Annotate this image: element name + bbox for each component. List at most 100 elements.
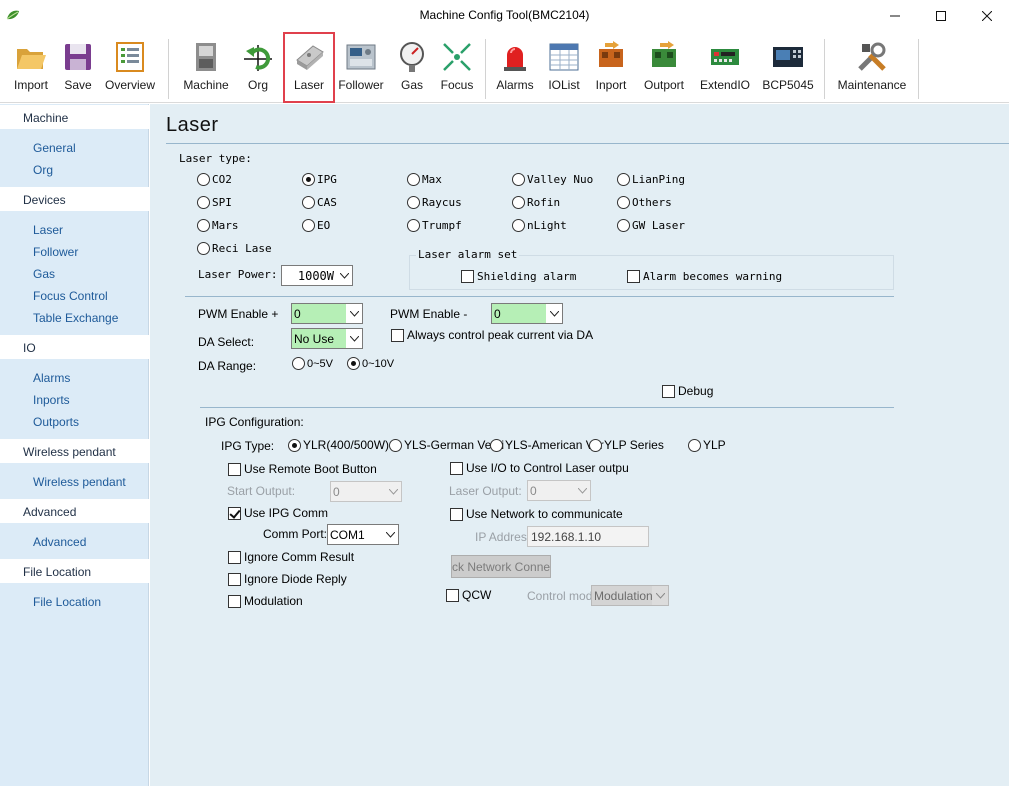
laser-type-radio-spi[interactable]: SPI [197, 196, 232, 209]
toolbar-save-button[interactable]: Save [58, 37, 98, 99]
laser-output-select[interactable]: 0 [527, 480, 591, 501]
toolbar-follower-button[interactable]: Follower [338, 37, 384, 99]
sidebar-item-wireless-pendant[interactable]: Wireless pendant [33, 475, 126, 489]
toolbar-extendio-button[interactable]: ExtendIO [700, 37, 750, 99]
toolbar-machine-button[interactable]: Machine [181, 37, 231, 99]
sidebar-item-org[interactable]: Org [33, 163, 53, 177]
laser-alarm-set-title: Laser alarm set [416, 248, 520, 261]
ipg-type-ylp-series-label: YLP Series [604, 438, 664, 452]
use-remote-boot-checkbox[interactable]: Use Remote Boot Button [228, 462, 377, 476]
comm-port-select[interactable]: COM1 [327, 524, 399, 545]
comm-port-value: COM1 [330, 527, 365, 542]
laser-type-radio-co2[interactable]: CO2 [197, 173, 232, 186]
toolbar-separator [168, 39, 169, 99]
minimize-button[interactable] [872, 0, 918, 31]
sidebar-item-general[interactable]: General [33, 141, 76, 155]
sidebar-item-focus-control[interactable]: Focus Control [33, 289, 108, 303]
pwm-enable-minus-select[interactable]: 0 [491, 303, 563, 324]
chevron-down-icon [346, 329, 362, 348]
toolbar-iolist-button[interactable]: IOList [545, 37, 583, 99]
laser-output-label: Laser Output: [449, 484, 522, 498]
toolbar-laser-button[interactable]: Laser [283, 32, 335, 103]
laser-type-radio-reci-lase[interactable]: Reci Lase [197, 242, 272, 255]
sidebar-item-inports[interactable]: Inports [33, 393, 70, 407]
laser-type-radio-eo[interactable]: EO [302, 219, 330, 232]
da-range-radio-0-5v[interactable]: 0~5V [292, 357, 333, 370]
check-network-connect-button[interactable]: ck Network Connect [451, 555, 551, 578]
sidebar-header-io[interactable]: IO [0, 335, 149, 359]
laser-type-radio-rofin[interactable]: Rofin [512, 196, 560, 209]
sidebar-item-file-location[interactable]: File Location [33, 595, 101, 609]
toolbar-inport-button[interactable]: Inport [593, 37, 629, 99]
toolbar-overview-button[interactable]: Overview [104, 37, 156, 99]
always-control-peak-checkbox[interactable]: Always control peak current via DA [391, 328, 593, 342]
laser-type-radio-gw-laser[interactable]: GW Laser [617, 219, 685, 232]
use-io-control-checkbox[interactable]: Use I/O to Control Laser outpu [450, 461, 629, 475]
chevron-down-icon [652, 586, 668, 605]
ipg-configuration-label: IPG Configuration: [205, 415, 304, 429]
ipg-type-radio-yls-german[interactable]: YLS-German Versi [389, 438, 504, 452]
chevron-down-icon [385, 482, 401, 501]
toolbar-maintenance-button[interactable]: Maintenance [838, 37, 906, 99]
debug-checkbox[interactable]: Debug [662, 384, 713, 398]
laser-type-radio-max[interactable]: Max [407, 173, 442, 186]
sidebar-item-alarms[interactable]: Alarms [33, 371, 70, 385]
sidebar-item-table-exchange[interactable]: Table Exchange [33, 311, 118, 325]
chevron-down-icon [346, 304, 362, 323]
laser-type-radio-lianping[interactable]: LianPing [617, 173, 685, 186]
ignore-comm-result-checkbox[interactable]: Ignore Comm Result [228, 550, 354, 564]
ipg-type-radio-yls-american[interactable]: YLS-American Ver [490, 438, 604, 452]
laser-type-radio-valley-nuo[interactable]: Valley Nuo [512, 173, 593, 186]
alarm-becomes-warning-checkbox[interactable]: Alarm becomes warning [627, 270, 782, 283]
da-range-label: DA Range: [198, 359, 257, 373]
maximize-button[interactable] [918, 0, 964, 31]
sidebar-item-follower[interactable]: Follower [33, 245, 78, 259]
use-network-checkbox[interactable]: Use Network to communicate [450, 507, 623, 521]
sidebar-header-advanced[interactable]: Advanced [0, 499, 149, 523]
ipg-type-radio-ylp-series[interactable]: YLP Series [589, 438, 664, 452]
da-range-0-10v-label: 0~10V [362, 357, 395, 370]
machine-icon [196, 43, 216, 71]
toolbar-org-button[interactable]: Org [238, 37, 278, 99]
ipg-type-radio-ylr[interactable]: YLR(400/500W) [288, 438, 389, 452]
pressure-gauge-icon [400, 42, 424, 72]
sidebar-item-laser[interactable]: Laser [33, 223, 63, 237]
laser-power-label: Laser Power: [198, 268, 278, 281]
sidebar-item-gas[interactable]: Gas [33, 267, 55, 281]
control-mode-select[interactable]: Modulation [591, 585, 669, 606]
ipg-type-radio-ylp[interactable]: YLP [688, 438, 726, 452]
da-select-value: No Use [292, 329, 346, 348]
laser-type-radio-ipg[interactable]: IPG [302, 173, 337, 186]
qcw-checkbox[interactable]: QCW [446, 588, 491, 602]
section-divider [185, 296, 894, 297]
sidebar-header-devices[interactable]: Devices [0, 187, 149, 211]
sidebar-header-file-location[interactable]: File Location [0, 559, 149, 583]
da-select-dropdown[interactable]: No Use [291, 328, 363, 349]
ignore-diode-reply-checkbox[interactable]: Ignore Diode Reply [228, 572, 347, 586]
sidebar-header-machine[interactable]: Machine [0, 105, 149, 129]
toolbar-focus-button[interactable]: Focus [437, 37, 477, 99]
sidebar-item-outports[interactable]: Outports [33, 415, 79, 429]
laser-power-select[interactable]: 1000W [281, 265, 353, 286]
shielding-alarm-checkbox[interactable]: Shielding alarm [461, 270, 576, 283]
toolbar-outport-button[interactable]: Outport [642, 37, 686, 99]
laser-type-radio-raycus[interactable]: Raycus [407, 196, 462, 209]
da-range-radio-0-10v[interactable]: 0~10V [347, 357, 394, 370]
laser-type-radio-cas[interactable]: CAS [302, 196, 337, 209]
laser-type-radio-mars[interactable]: Mars [197, 219, 239, 232]
laser-type-radio-trumpf[interactable]: Trumpf [407, 219, 462, 232]
sidebar-item-advanced[interactable]: Advanced [33, 535, 86, 549]
toolbar-gas-button[interactable]: Gas [394, 37, 430, 99]
toolbar-bcp5045-button[interactable]: BCP5045 [762, 37, 814, 99]
start-output-select[interactable]: 0 [330, 481, 402, 502]
modulation-checkbox[interactable]: Modulation [228, 594, 303, 608]
laser-type-radio-others[interactable]: Others [617, 196, 672, 209]
toolbar-alarms-button[interactable]: Alarms [494, 37, 536, 99]
close-button[interactable] [964, 0, 1009, 31]
pwm-enable-plus-select[interactable]: 0 [291, 303, 363, 324]
use-ipg-comm-checkbox[interactable]: Use IPG Comm [228, 506, 328, 520]
laser-type-radio-nlight[interactable]: nLight [512, 219, 567, 232]
da-select-label: DA Select: [198, 335, 255, 349]
ip-address-field[interactable]: 192.168.1.10 [527, 526, 649, 547]
sidebar-header-wireless-pendant[interactable]: Wireless pendant [0, 439, 149, 463]
